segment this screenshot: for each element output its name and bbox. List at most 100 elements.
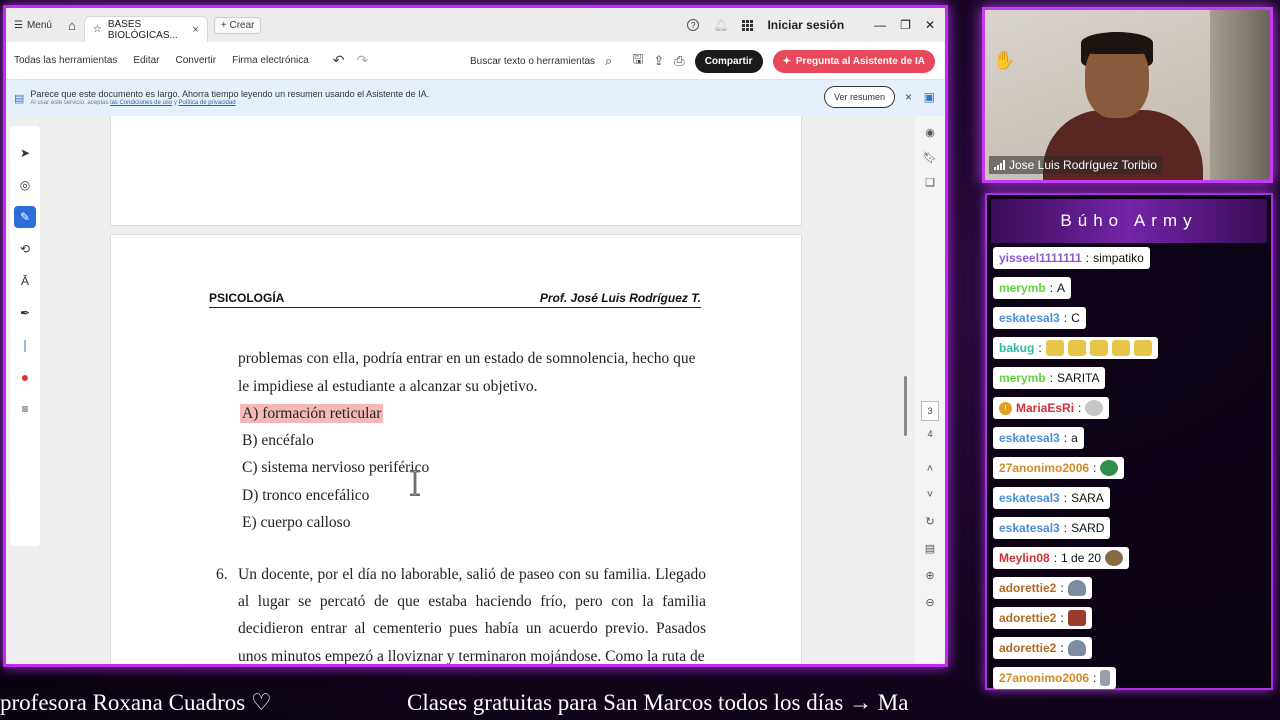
marker-tool-icon[interactable]: ❘ <box>14 334 36 356</box>
chat-username[interactable]: merymb <box>999 281 1046 295</box>
chat-username[interactable]: merymb <box>999 371 1046 385</box>
privacy-link[interactable]: Política de privacidad <box>179 100 236 106</box>
convert-menu[interactable]: Convertir <box>168 55 225 66</box>
page-down-icon[interactable]: ˅ <box>927 489 933 501</box>
chat-username[interactable]: MariaEsRi <box>1016 401 1074 415</box>
new-tab-button[interactable]: + Crear <box>213 16 262 34</box>
pdf-page: PSICOLOGÍA Prof. José Luis Rodríguez T. … <box>110 234 802 664</box>
share-button[interactable]: Compartir <box>694 49 763 73</box>
chat-username[interactable]: eskatesal3 <box>999 431 1060 445</box>
view-summary-button[interactable]: Ver resumen <box>823 86 895 108</box>
file-icon[interactable]: ▤ <box>925 542 935 555</box>
document-tab[interactable]: ☆ BASES BIOLÓGICAS... × <box>83 16 208 42</box>
answer-options: A) formación reticular B) encéfalo C) sist… <box>238 400 708 536</box>
answer-option-text: A) formación reticular <box>240 404 384 423</box>
chat-message-row: eskatesal3: C <box>993 307 1265 337</box>
option-letter: A) <box>242 405 259 422</box>
chat-message-row: Meylin08:1 de 20 <box>993 547 1265 577</box>
chat-emote-icon <box>1085 400 1104 416</box>
question-paragraph: problemas con ella, podría entrar en un … <box>238 350 696 395</box>
chat-separator: : <box>1063 311 1068 325</box>
scrollbar-thumb[interactable] <box>904 376 907 436</box>
text-tool-icon[interactable]: Ā <box>14 270 36 292</box>
page-number-next[interactable]: 4 <box>927 429 932 439</box>
search-tools-input[interactable]: Buscar texto o herramientas <box>470 56 595 67</box>
chat-username[interactable]: adorettie2 <box>999 581 1056 595</box>
ai-button-label: Pregunta al Asistente de IA <box>795 55 925 67</box>
chat-emote-icon <box>1067 580 1086 596</box>
pages-icon[interactable]: ❏ <box>925 176 935 189</box>
chat-username[interactable]: adorettie2 <box>999 611 1056 625</box>
search-icon[interactable]: ⌕ <box>605 53 612 69</box>
answer-option: D) tronco encefálico <box>238 482 708 509</box>
ai-panel-icon[interactable]: ▣ <box>924 90 935 104</box>
option-letter: B) <box>242 432 258 450</box>
ai-assistant-button[interactable]: ✦ Pregunta al Asistente de IA <box>772 49 935 73</box>
close-tab-icon[interactable]: × <box>192 24 198 36</box>
select-tool-icon[interactable]: ➤ <box>14 142 36 164</box>
chat-username[interactable]: eskatesal3 <box>999 521 1060 535</box>
chat-username[interactable]: yisseel1111111 <box>999 251 1082 265</box>
ticker-left: profesora Roxana Cuadros ♡ <box>0 690 272 715</box>
upload-icon[interactable]: ⇪ <box>653 53 664 69</box>
zoom-in-icon[interactable]: ⊕ <box>925 569 934 582</box>
page-number-current[interactable]: 3 <box>921 401 939 421</box>
menu-button[interactable]: ☰ Menú <box>6 20 60 31</box>
restore-icon[interactable]: ❐ <box>900 18 911 32</box>
option-text: cuerpo calloso <box>260 513 351 531</box>
chat-panel: Búho Army yisseel1111111: simpatiko merymb… <box>985 193 1273 690</box>
answer-option-text: B) encéfalo <box>242 432 314 449</box>
terms-link[interactable]: las Condiciones de uso <box>110 100 172 106</box>
main-toolbar: Todas las herramientas Editar Convertir … <box>6 42 945 80</box>
refresh-icon[interactable]: ↻ <box>925 515 934 528</box>
option-letter: C) <box>242 459 258 477</box>
chat-emote-icon <box>1100 670 1111 686</box>
edit-menu[interactable]: Editar <box>125 55 167 66</box>
pen-tool-icon[interactable]: ✎ <box>14 206 36 228</box>
question-6: 6. Un docente, por el día no laborable, … <box>216 561 706 664</box>
bell-icon[interactable]: 🔔︎ <box>713 18 728 32</box>
home-button[interactable]: ⌂ <box>60 18 84 33</box>
chat-username[interactable]: eskatesal3 <box>999 491 1060 505</box>
raised-hand-icon: ✋ <box>993 50 1016 70</box>
page-up-icon[interactable]: ˄ <box>927 463 933 475</box>
comments-panel-icon[interactable]: ◉ <box>925 126 935 139</box>
close-window-icon[interactable]: ✕ <box>925 18 935 32</box>
print-icon[interactable]: ⎙ <box>674 53 684 69</box>
sign-tool-icon[interactable]: ✒ <box>14 302 36 324</box>
lasso-tool-icon[interactable]: ⟲ <box>14 238 36 260</box>
chat-username[interactable]: 27anonimo2006 <box>999 671 1089 685</box>
document-workspace: ➤ ◎ ✎ ⟲ Ā ✒ ❘ ● ≡ PSICOLOGÍA Prof. José … <box>6 116 945 664</box>
undo-icon[interactable]: ↶ <box>327 52 351 69</box>
chat-separator: : <box>1049 281 1054 295</box>
chat-separator: : <box>1063 491 1068 505</box>
bookmark-icon[interactable]: 🔖︎ <box>923 151 937 164</box>
answer-option-text: E) cuerpo calloso <box>242 514 350 531</box>
esign-menu[interactable]: Firma electrónica <box>224 55 317 66</box>
chat-username[interactable]: 27anonimo2006 <box>999 461 1089 475</box>
pdf-viewer-window: ☰ Menú ⌂ ☆ BASES BIOLÓGICAS... × + Crear… <box>3 5 948 667</box>
minimize-icon[interactable]: — <box>874 18 886 32</box>
banner-sub-mid: y <box>173 99 177 106</box>
question-number: 6. <box>216 566 228 583</box>
more-tools-icon[interactable]: ≡ <box>14 398 36 420</box>
zoom-out-icon[interactable]: ⊖ <box>925 596 934 609</box>
redo-icon[interactable]: ↷ <box>351 52 375 69</box>
chat-username[interactable]: Meylin08 <box>999 551 1050 565</box>
help-icon[interactable]: ? <box>687 19 700 31</box>
chat-message: merymb: A <box>993 277 1072 299</box>
save-icon[interactable]: 🖫︎ <box>632 50 643 72</box>
signin-button[interactable]: Iniciar sesión <box>767 18 844 32</box>
chat-username[interactable]: bakug <box>999 341 1034 355</box>
chat-message-row: adorettie2: <box>993 577 1265 607</box>
apps-grid-icon[interactable] <box>742 19 754 31</box>
star-icon[interactable]: ☆ <box>93 24 102 35</box>
chat-separator: : <box>1093 671 1097 685</box>
chat-username[interactable]: eskatesal3 <box>999 311 1060 325</box>
comment-tool-icon[interactable]: ◎ <box>14 174 36 196</box>
chat-separator: : <box>1049 371 1054 385</box>
right-toolbar: ◉ 🔖︎ ❏ 3 4 ˄ ˅ ↻ ▤ ⊕ ⊖ <box>915 116 945 664</box>
all-tools-menu[interactable]: Todas las herramientas <box>6 55 125 66</box>
chat-username[interactable]: adorettie2 <box>999 641 1056 655</box>
color-swatch-icon[interactable]: ● <box>14 366 36 388</box>
